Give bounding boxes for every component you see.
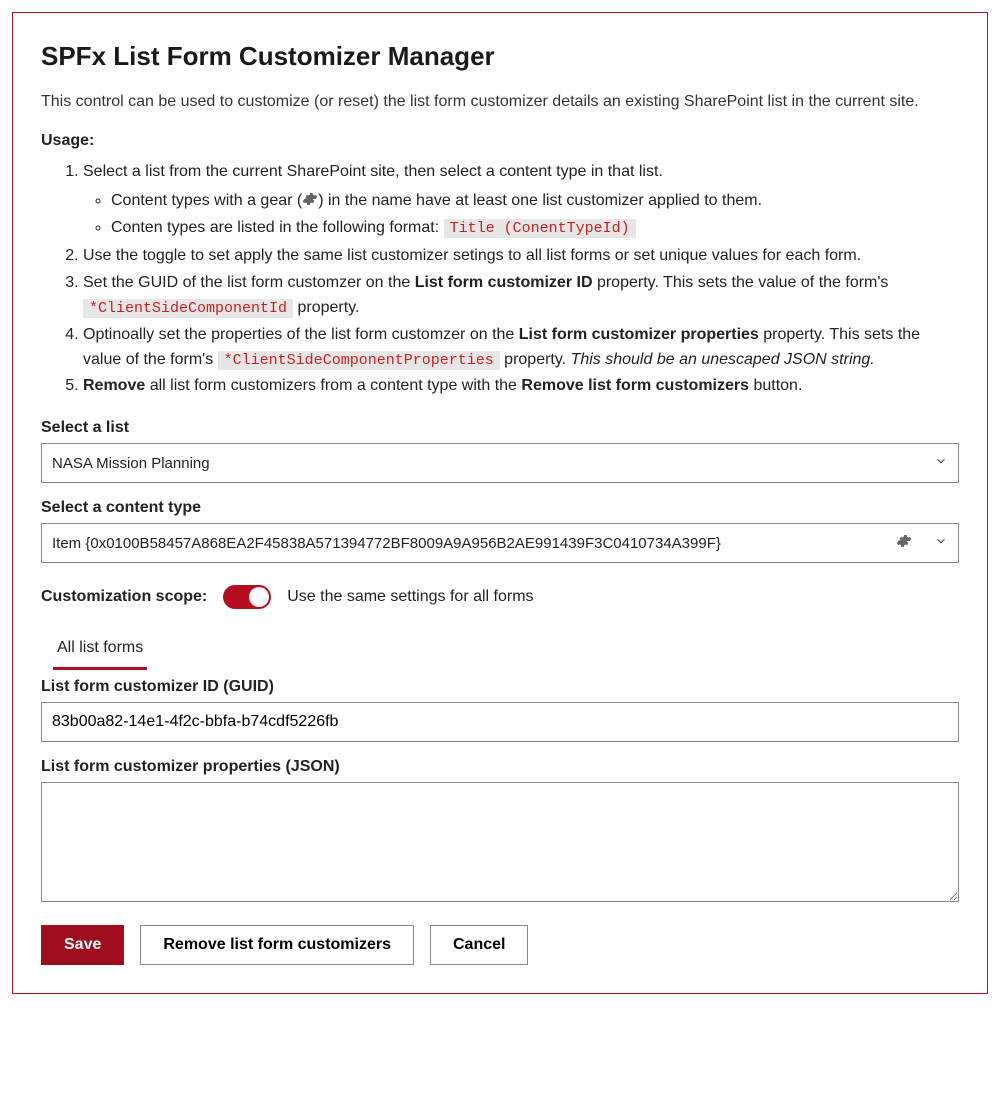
usage-sublist: Content types with a gear () in the name… — [83, 189, 959, 241]
gear-icon — [302, 191, 318, 216]
page-title: SPFx List Form Customizer Manager — [41, 41, 959, 72]
select-contenttype-dropdown[interactable]: Item {0x0100B58457A868EA2F45838A57139477… — [41, 523, 959, 563]
code-componentid: *ClientSideComponentId — [83, 299, 293, 318]
description-text: This control can be used to customize (o… — [41, 90, 959, 114]
tabs: All list forms — [41, 627, 959, 670]
usage-list: Select a list from the current SharePoin… — [41, 160, 959, 399]
panel: SPFx List Form Customizer Manager This c… — [12, 12, 988, 994]
select-list-dropdown[interactable]: NASA Mission Planning — [41, 443, 959, 483]
code-title-format: Title (ConentTypeId) — [444, 219, 636, 238]
guid-label: List form customizer ID (GUID) — [41, 678, 959, 696]
cancel-button[interactable]: Cancel — [430, 925, 528, 965]
usage-item-4: Optinoally set the properties of the lis… — [83, 323, 959, 373]
code-componentprops: *ClientSideComponentProperties — [218, 351, 500, 370]
usage-item-3: Set the GUID of the list form customzer … — [83, 271, 959, 321]
select-contenttype-label: Select a content type — [41, 499, 959, 517]
properties-textarea[interactable] — [41, 782, 959, 902]
tab-all-list-forms[interactable]: All list forms — [53, 627, 147, 670]
gear-icon — [896, 533, 912, 553]
usage-item-2: Use the toggle to set apply the same lis… — [83, 244, 959, 269]
button-row: Save Remove list form customizers Cancel — [41, 925, 959, 965]
select-list-value: NASA Mission Planning — [52, 455, 926, 472]
customization-scope-row: Customization scope: Use the same settin… — [41, 585, 959, 609]
customization-scope-label: Customization scope: — [41, 588, 207, 606]
toggle-knob — [249, 587, 269, 607]
remove-customizers-button[interactable]: Remove list form customizers — [140, 925, 414, 965]
select-contenttype-value: Item {0x0100B58457A868EA2F45838A57139477… — [52, 535, 892, 552]
usage-item-1: Select a list from the current SharePoin… — [83, 160, 959, 240]
select-list-label: Select a list — [41, 419, 959, 437]
chevron-down-icon — [926, 454, 948, 472]
usage-item-1a: Content types with a gear () in the name… — [111, 189, 959, 216]
customization-scope-toggle[interactable] — [223, 585, 271, 609]
chevron-down-icon — [926, 534, 948, 552]
guid-input[interactable] — [41, 702, 959, 742]
usage-heading: Usage: — [41, 132, 959, 150]
properties-label: List form customizer properties (JSON) — [41, 758, 959, 776]
usage-item-1b: Conten types are listed in the following… — [111, 216, 959, 241]
customization-scope-toggle-text: Use the same settings for all forms — [287, 588, 533, 606]
usage-item-5: Remove all list form customizers from a … — [83, 374, 959, 399]
save-button[interactable]: Save — [41, 925, 124, 965]
